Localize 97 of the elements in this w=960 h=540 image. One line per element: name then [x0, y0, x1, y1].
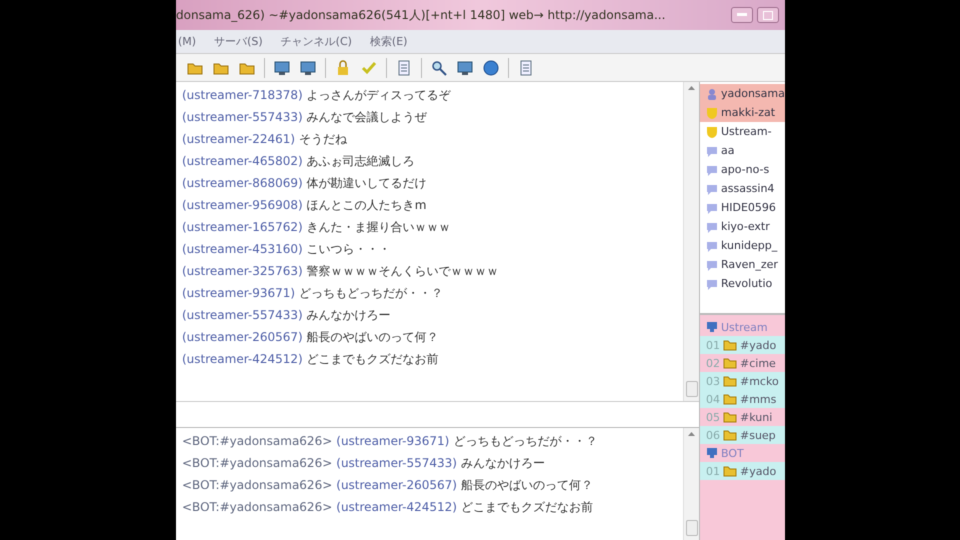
- minimize-button[interactable]: [731, 7, 753, 23]
- chat-message: ほんとこの人たちきm: [306, 196, 426, 214]
- speech-bubble-icon: [706, 164, 718, 176]
- scroll-thumb[interactable]: [686, 381, 698, 397]
- folder-icon: [723, 375, 737, 387]
- scroll-thumb[interactable]: [686, 520, 698, 536]
- person-icon: [706, 88, 718, 100]
- chat-message: 船長のやばいのって何？: [306, 328, 439, 346]
- menu-item[interactable]: 検索(E): [370, 34, 408, 49]
- chat-message: きんた・ま握り合いｗｗｗ: [306, 218, 451, 236]
- shield-icon: [706, 126, 718, 138]
- folder-icon: [723, 411, 737, 423]
- folder-icon: [723, 429, 737, 441]
- menu-item[interactable]: チャンネル(C): [280, 34, 352, 49]
- chat-message: みんなかけろー: [460, 454, 545, 472]
- channel-list-item[interactable]: 01 #yado: [700, 336, 785, 354]
- user-list-item[interactable]: aa: [700, 141, 785, 160]
- folder-icon: [723, 339, 737, 351]
- chat-message: こいつら・・・: [306, 240, 391, 258]
- chat-username: (ustreamer-93671): [336, 434, 450, 448]
- folder-icon: [723, 357, 737, 369]
- chat-username: (ustreamer-260567): [182, 330, 303, 344]
- chat-message: どこまでもクズだなお前: [460, 498, 593, 516]
- channel-list-item[interactable]: 04 #mms: [700, 390, 785, 408]
- check-icon: [361, 60, 377, 76]
- up-arrow-icon: [688, 432, 695, 436]
- chat-message: あふぉ司志絶滅しろ: [306, 152, 415, 170]
- maximize-icon: [763, 10, 773, 20]
- bot-channel-label: <BOT:#yadonsama626>: [182, 478, 332, 492]
- document-icon: [518, 60, 534, 76]
- chat-message: 体が勘違いしてるだけ: [306, 174, 427, 192]
- message-input[interactable]: [176, 402, 699, 428]
- bot-channel-label: <BOT:#yadonsama626>: [182, 434, 332, 448]
- speech-bubble-icon: [706, 278, 718, 290]
- chat-message: どっちもどっちだが・・？: [453, 432, 598, 450]
- chat-username: (ustreamer-557433): [182, 308, 303, 322]
- search-icon: [431, 60, 447, 76]
- chat-username: (ustreamer-868069): [182, 176, 303, 190]
- speech-bubble-icon: [706, 258, 718, 270]
- speech-bubble-icon: [706, 240, 718, 252]
- chat-message: よっさんがディスってるぞ: [306, 86, 451, 104]
- user-list-item[interactable]: HIDE0596: [700, 198, 785, 217]
- chat-message: みんなかけろー: [306, 306, 391, 324]
- shield-icon: [706, 106, 718, 118]
- chat-username: (ustreamer-956908): [182, 198, 303, 212]
- user-list-item[interactable]: yadonsama: [700, 84, 785, 103]
- document-icon: [396, 60, 412, 76]
- chat-message: 警察ｗｗｗｗそんくらいでｗｗｗｗ: [306, 262, 499, 280]
- channel-list-item[interactable]: 06 #suep: [700, 426, 785, 444]
- chat-username: (ustreamer-260567): [336, 478, 457, 492]
- user-list-item[interactable]: Ustream-: [700, 122, 785, 141]
- user-list-item[interactable]: Revolutio: [700, 274, 785, 293]
- chat-username: (ustreamer-465802): [182, 154, 303, 168]
- chat-username: (ustreamer-718378): [182, 88, 303, 102]
- chat-message: どこまでもクズだなお前: [306, 350, 439, 368]
- speech-bubble-icon: [706, 144, 718, 156]
- chat-message: みんなで会議しようぜ: [306, 108, 427, 126]
- user-list-item[interactable]: apo-no-s: [700, 160, 785, 179]
- speech-bubble-icon: [706, 202, 718, 214]
- up-arrow-icon: [688, 86, 695, 90]
- chat-username: (ustreamer-453160): [182, 242, 303, 256]
- chat-message: どっちもどっちだが・・？: [299, 284, 444, 302]
- chat-message: 船長のやばいのって何？: [460, 476, 593, 494]
- globe-icon: [483, 60, 499, 76]
- chat-message: そうだね: [299, 130, 348, 148]
- monitor-icon: [457, 60, 473, 76]
- menu-item[interactable]: サーバ(S): [214, 34, 263, 49]
- menu-item[interactable]: (M): [178, 35, 196, 48]
- chat-username: (ustreamer-22461): [182, 132, 296, 146]
- monitor-icon: [300, 60, 316, 76]
- chat-username: (ustreamer-557433): [336, 456, 457, 470]
- folder-icon: [723, 393, 737, 405]
- speech-bubble-icon: [706, 182, 718, 194]
- chat-username: (ustreamer-93671): [182, 286, 296, 300]
- lock-icon: [335, 60, 351, 76]
- chat-username: (ustreamer-424512): [336, 500, 457, 514]
- chat-username: (ustreamer-325763): [182, 264, 303, 278]
- maximize-button[interactable]: [757, 7, 779, 23]
- chat-username: (ustreamer-424512): [182, 352, 303, 366]
- channel-list-item[interactable]: 03 #mcko: [700, 372, 785, 390]
- monitor-icon: [706, 447, 718, 459]
- bot-channel-label: <BOT:#yadonsama626>: [182, 500, 332, 514]
- chat-username: (ustreamer-557433): [182, 110, 303, 124]
- chat-username: (ustreamer-165762): [182, 220, 303, 234]
- monitor-icon: [274, 60, 290, 76]
- minimize-icon: [737, 13, 747, 17]
- user-list-item[interactable]: kiyo-extr: [700, 217, 785, 236]
- folder-icon: [723, 465, 737, 477]
- user-list-item[interactable]: Raven_zer: [700, 255, 785, 274]
- speech-bubble-icon: [706, 220, 718, 232]
- user-list-item[interactable]: kunidepp_: [700, 236, 785, 255]
- monitor-icon: [706, 321, 718, 333]
- bot-channel-label: <BOT:#yadonsama626>: [182, 456, 332, 470]
- user-list-item[interactable]: assassin4: [700, 179, 785, 198]
- user-list-item[interactable]: makki-zat: [700, 103, 785, 122]
- channel-list-item[interactable]: 01 #yado: [700, 462, 785, 480]
- window-title: donsama_626) ~#yadonsama626(541人)[+nt+l 1480] web→ http://yadonsama...: [176, 6, 666, 24]
